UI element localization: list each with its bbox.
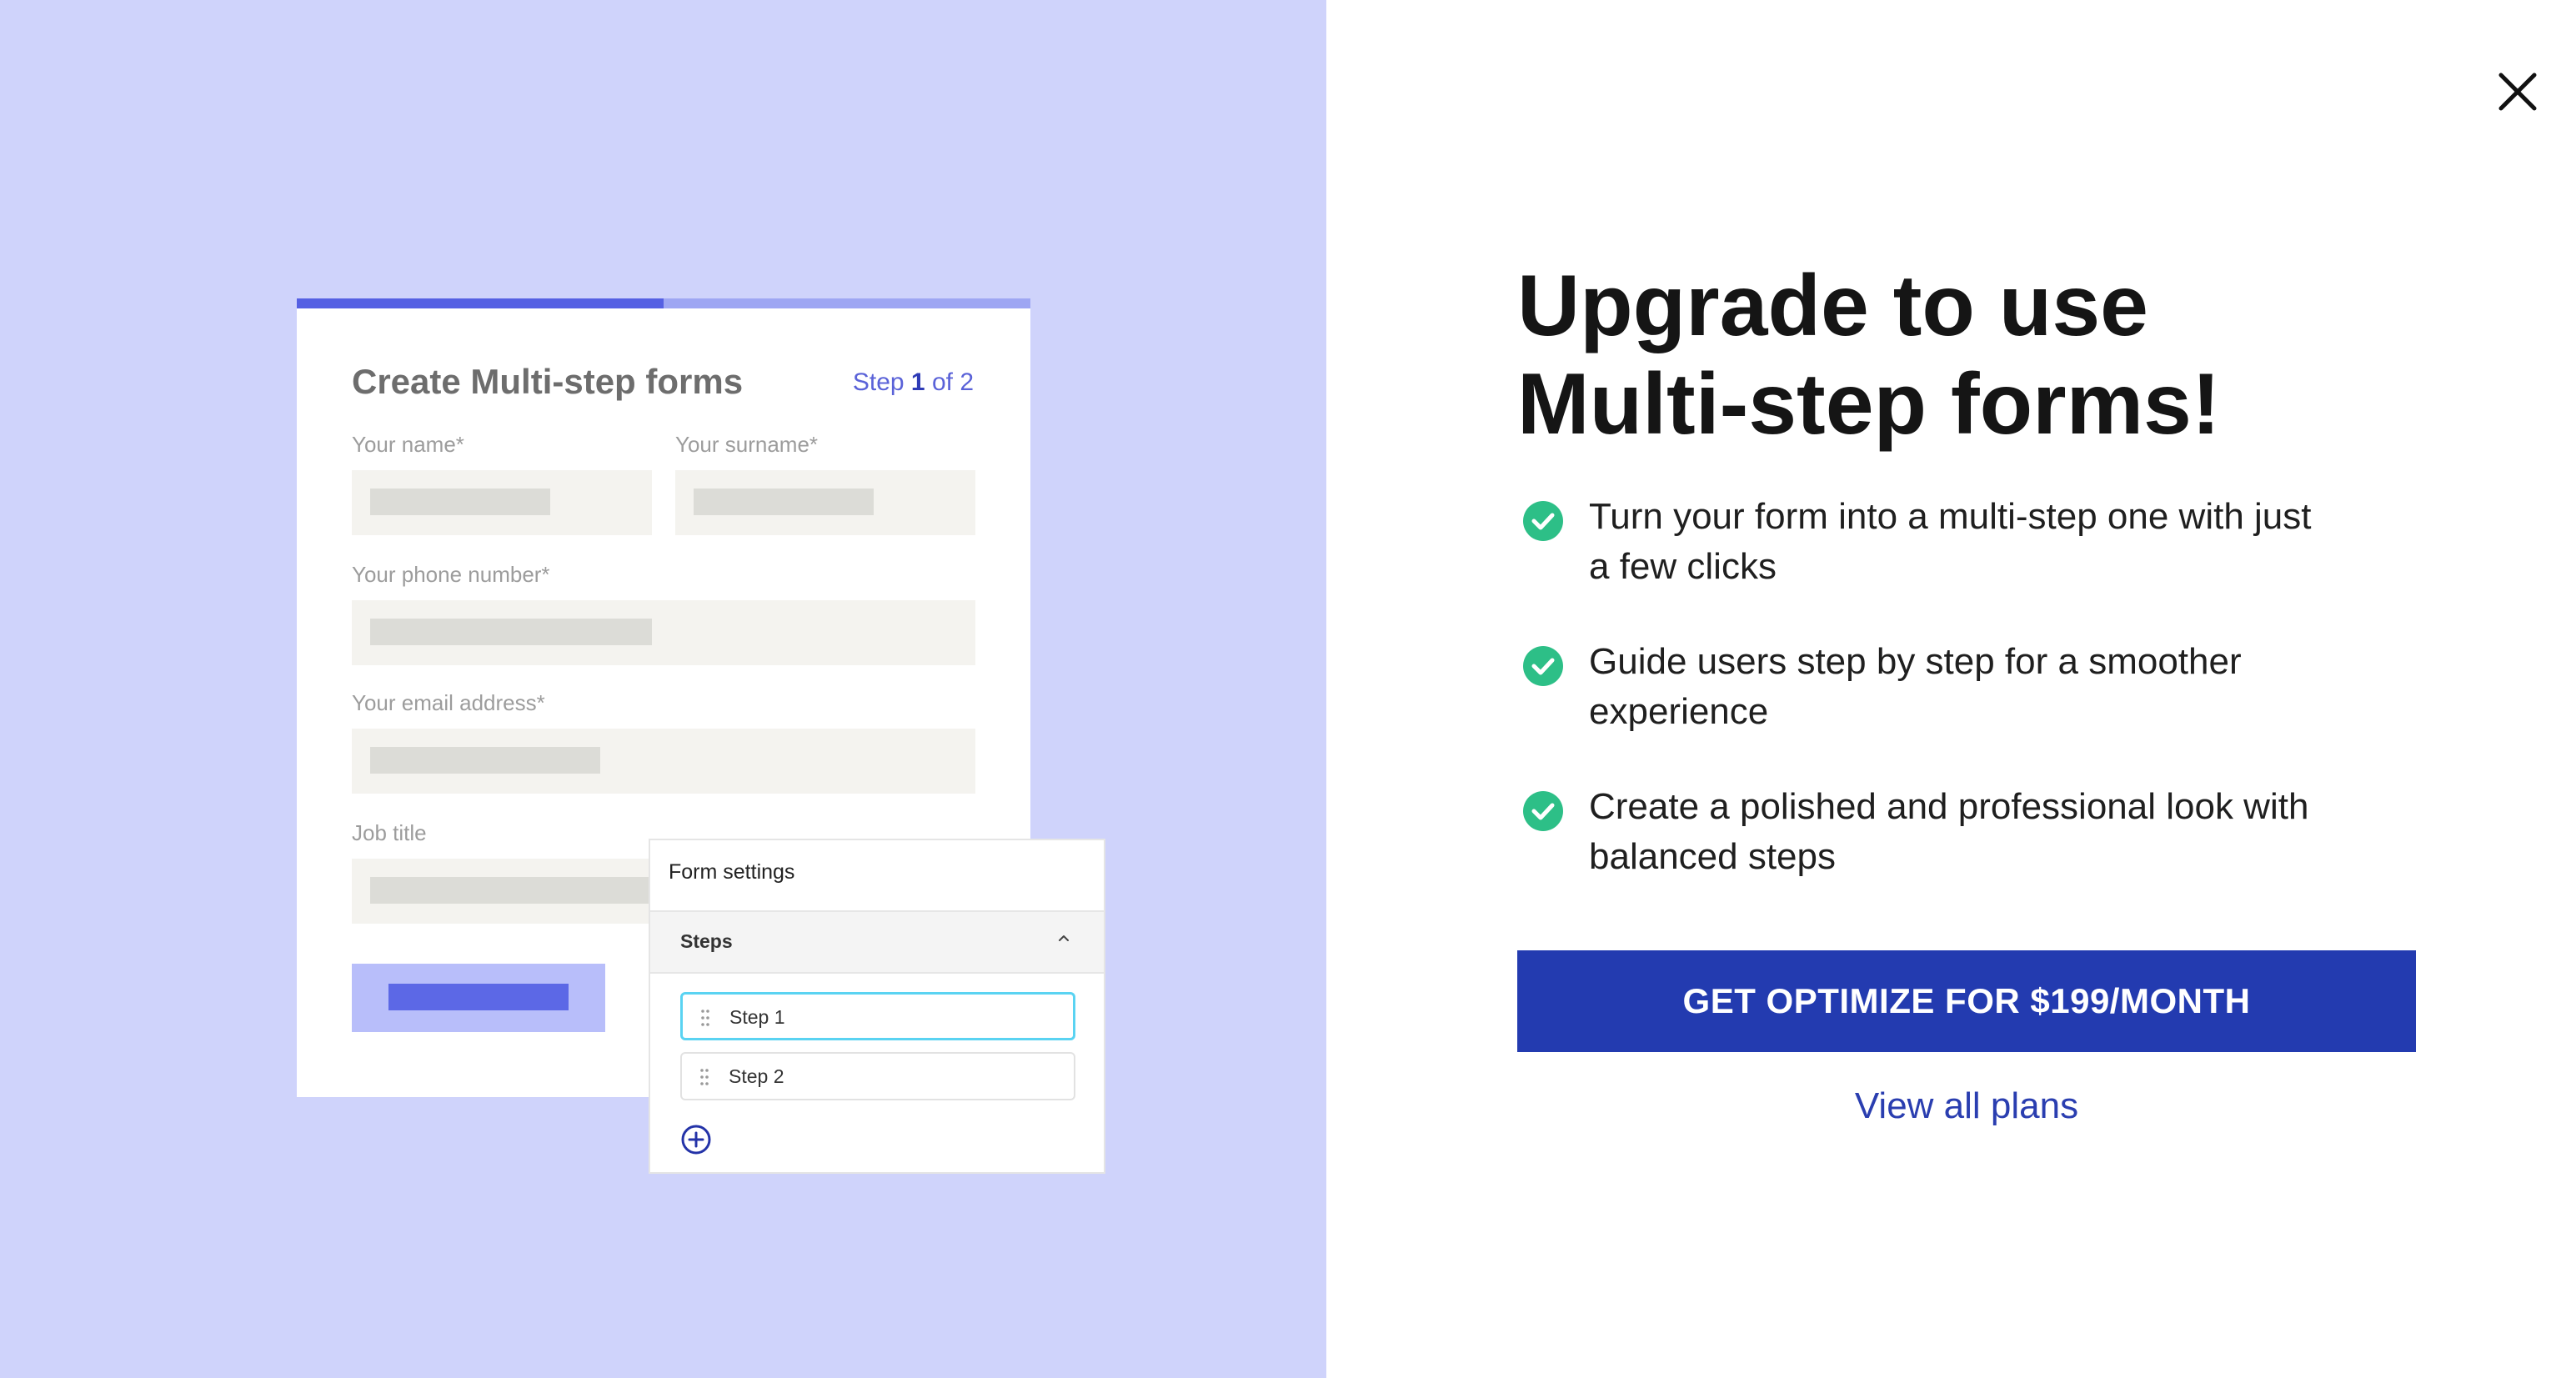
surname-field-bar (694, 489, 874, 515)
form-title: Create Multi-step forms (352, 362, 744, 401)
email-field-placeholder (352, 729, 975, 794)
headline-line-2: Multi-step forms! (1517, 356, 2221, 453)
feature-text: Guide users step by step for a smoother … (1589, 641, 2242, 732)
step-indicator: Step 1 of 2 (853, 368, 974, 397)
step-row-label: Step 1 (729, 1006, 785, 1028)
headline-line-1: Upgrade to use (1517, 258, 2148, 354)
view-all-plans-link[interactable]: View all plans (1517, 1085, 2416, 1127)
close-icon[interactable] (2494, 68, 2541, 115)
drag-handle-icon (700, 1069, 709, 1085)
progress-fill (297, 298, 664, 308)
email-field-label: Your email address* (352, 690, 545, 715)
upgrade-headline: Upgrade to use Multi-step forms! (1517, 257, 2434, 453)
illustration-panel: Create Multi-step forms Step 1 of 2 Your… (0, 0, 1326, 1378)
phone-field-placeholder (352, 600, 975, 665)
check-circle-icon (1523, 791, 1563, 831)
name-field-label: Your name* (352, 432, 464, 457)
phone-field-bar (370, 619, 652, 645)
progress-track (297, 298, 1030, 308)
surname-field-placeholder (675, 470, 975, 535)
check-circle-icon (1523, 646, 1563, 686)
form-settings-panel: Form settings Steps Step 1 Step 2 (649, 839, 1105, 1174)
email-field-bar (370, 747, 600, 774)
submit-button-placeholder (352, 964, 605, 1032)
step-row-label: Step 2 (729, 1065, 784, 1087)
surname-field-label: Your surname* (675, 432, 819, 457)
add-step-icon (681, 1125, 711, 1155)
feature-text: Turn your form into a multi-step one wit… (1589, 496, 2312, 587)
check-circle-icon (1523, 501, 1563, 541)
step-current: 1 (910, 368, 925, 396)
step-row-2: Step 2 (680, 1052, 1075, 1100)
job-field-label: Job title (352, 820, 427, 845)
chevron-up-icon (1059, 935, 1069, 941)
name-field-bar (370, 489, 550, 515)
form-settings-title: Form settings (669, 860, 795, 884)
feature-text: Create a polished and professional look … (1589, 786, 2309, 877)
step-prefix: Step (852, 368, 911, 396)
steps-section-label: Steps (680, 930, 733, 952)
submit-button-bar (388, 984, 569, 1010)
step-middle: of (925, 368, 960, 396)
name-field-placeholder (352, 470, 652, 535)
steps-section-header: Steps (650, 910, 1104, 974)
drag-handle-icon (701, 1010, 709, 1026)
step-row-1: Step 1 (680, 992, 1075, 1040)
get-optimize-button[interactable]: GET OPTIMIZE FOR $199/MONTH (1517, 950, 2416, 1052)
step-total: 2 (960, 368, 974, 396)
phone-field-label: Your phone number* (352, 562, 550, 587)
